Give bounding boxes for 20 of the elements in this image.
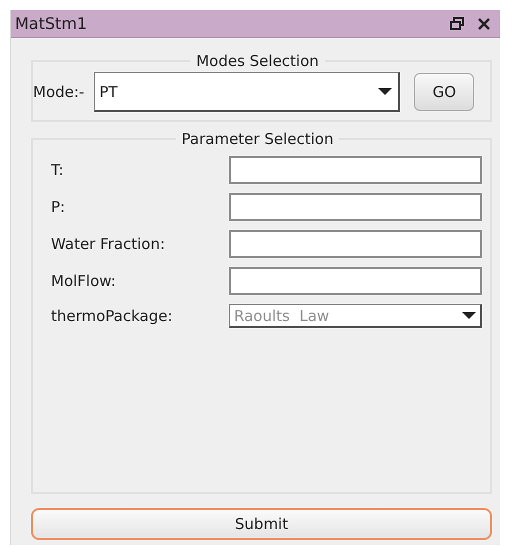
- group-title: Parameter Selection: [180, 130, 334, 148]
- field-label: Water Fraction:: [51, 235, 166, 253]
- input-field[interactable]: [229, 193, 482, 221]
- input-field[interactable]: [229, 156, 482, 184]
- caret-icon: [378, 88, 392, 96]
- window-title: MatStm1: [15, 14, 88, 33]
- submit-button[interactable]: Submit: [31, 508, 492, 540]
- close-button[interactable]: [478, 18, 490, 30]
- field-label: T:: [51, 161, 64, 179]
- field-label: thermoPackage:: [51, 307, 173, 325]
- mode-label: Mode:-: [33, 83, 84, 101]
- field-label: P:: [51, 198, 66, 216]
- caret-icon: [462, 312, 476, 320]
- input-field[interactable]: [229, 230, 482, 258]
- mode-dropdown[interactable]: PT: [94, 72, 400, 112]
- field-label: MolFlow:: [51, 272, 116, 290]
- restore-button[interactable]: [450, 17, 464, 30]
- go-button[interactable]: GO: [414, 73, 474, 111]
- group-title: Modes Selection: [195, 52, 320, 70]
- input-field[interactable]: [229, 267, 482, 295]
